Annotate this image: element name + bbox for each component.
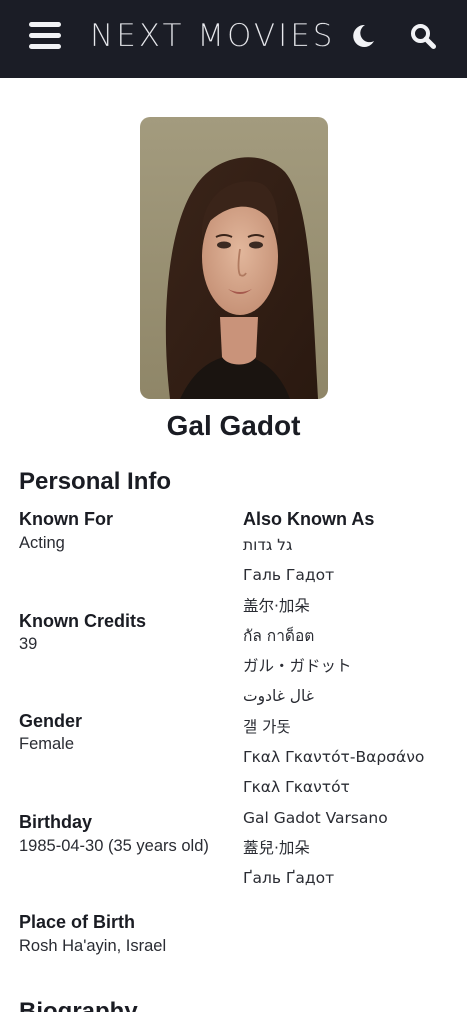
- place-of-birth-value: Rosh Ha'ayin, Israel: [19, 937, 167, 955]
- biography-heading: Biography: [19, 998, 138, 1012]
- search-icon[interactable]: [409, 22, 437, 50]
- aka-name: Gal Gadot Varsano: [243, 808, 388, 827]
- aka-name: Ґаль Ґадот: [243, 869, 335, 888]
- site-brand[interactable]: NEXT MOVIES: [90, 16, 335, 56]
- aka-name: غال غادوت: [243, 687, 314, 706]
- aka-name: 蓋兒·加朵: [243, 838, 310, 857]
- known-for-value: Acting: [19, 534, 65, 552]
- also-known-as-label: Also Known As: [243, 509, 375, 529]
- aka-name: กัล กาด็อต: [243, 626, 315, 645]
- gender-label: Gender: [19, 711, 83, 731]
- aka-name: גל גדות: [243, 536, 293, 554]
- known-for-label: Known For: [19, 509, 113, 529]
- aka-name: Γκαλ Γκαντότ: [243, 778, 350, 797]
- gender-value: Female: [19, 735, 75, 753]
- birthday-label: Birthday: [19, 812, 93, 832]
- personal-info-heading: Personal Info: [19, 468, 172, 495]
- aka-name: 갤 가돗: [243, 717, 291, 736]
- top-app-bar: NEXT MOVIES: [0, 0, 467, 78]
- known-credits-label: Known Credits: [19, 611, 147, 631]
- place-of-birth-label: Place of Birth: [19, 912, 136, 932]
- hamburger-menu-icon[interactable]: [29, 22, 61, 50]
- moon-icon[interactable]: [348, 22, 376, 50]
- profile-photo: [140, 117, 328, 399]
- also-known-as-list: גל גדות Галь Гадот 盖尔·加朵 กัล กาด็อต ガル・ガ…: [243, 532, 463, 896]
- known-credits-value: 39: [19, 635, 38, 653]
- aka-name: Γκαλ Γκαντότ-Βαρσάνο: [243, 748, 425, 767]
- birthday-value: 1985-04-30 (35 years old): [19, 837, 209, 855]
- person-name: Gal Gadot: [166, 410, 301, 441]
- aka-name: 盖尔·加朵: [243, 596, 310, 615]
- aka-name: ガル・ガドット: [243, 657, 352, 676]
- aka-name: Галь Гадот: [243, 566, 335, 585]
